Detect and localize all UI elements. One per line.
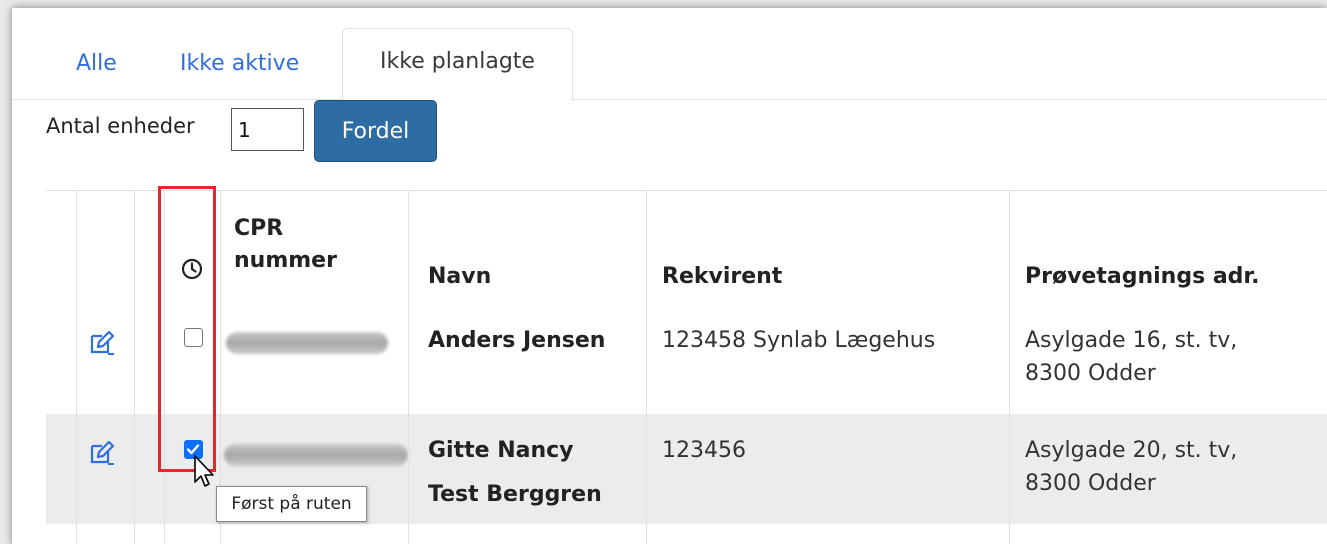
column-divider	[408, 190, 409, 544]
cpr-redacted	[224, 444, 408, 466]
highlight-box	[158, 186, 216, 472]
table-row	[46, 524, 1327, 544]
edit-icon[interactable]	[88, 328, 116, 356]
units-label: Antal enheder	[46, 114, 195, 138]
cpr-redacted	[226, 332, 388, 354]
row-address: Asylgade 20, st. tv, 8300 Odder	[1025, 438, 1238, 496]
row-name: Anders Jensen	[428, 328, 606, 353]
row-requester: 123456	[662, 438, 746, 463]
table-header: CPR nummer Navn Rekvirent Prøvetagnings …	[46, 190, 1327, 306]
column-divider	[76, 190, 77, 544]
row-name: Gitte Nancy Test Berggren	[428, 438, 602, 507]
row-requester: 123458 Synlab Lægehus	[662, 328, 936, 353]
column-divider	[646, 190, 647, 544]
tooltip: Først på ruten	[216, 486, 367, 522]
column-divider	[1009, 190, 1010, 544]
distribute-button[interactable]: Fordel	[314, 100, 437, 162]
units-input[interactable]	[231, 108, 304, 151]
table-row: Anders Jensen 123458 Synlab Lægehus Asyl…	[46, 304, 1327, 415]
row-address: Asylgade 16, st. tv, 8300 Odder	[1025, 328, 1238, 386]
tab-bar: Alle Ikke aktive Ikke planlagte	[12, 8, 1327, 101]
app-frame: Alle Ikke aktive Ikke planlagte Antal en…	[12, 8, 1327, 544]
header-cpr[interactable]: CPR nummer	[234, 213, 337, 277]
tab-alle[interactable]: Alle	[76, 30, 117, 98]
mouse-cursor-icon	[194, 455, 214, 487]
header-rekvirent[interactable]: Rekvirent	[662, 261, 782, 293]
column-divider	[134, 190, 135, 544]
header-address[interactable]: Prøvetagnings adr.	[1025, 261, 1260, 293]
header-navn[interactable]: Navn	[428, 261, 491, 293]
tab-ikke-planlagte[interactable]: Ikke planlagte	[342, 28, 573, 101]
edit-icon[interactable]	[88, 438, 116, 466]
tab-ikke-aktive[interactable]: Ikke aktive	[180, 30, 299, 98]
